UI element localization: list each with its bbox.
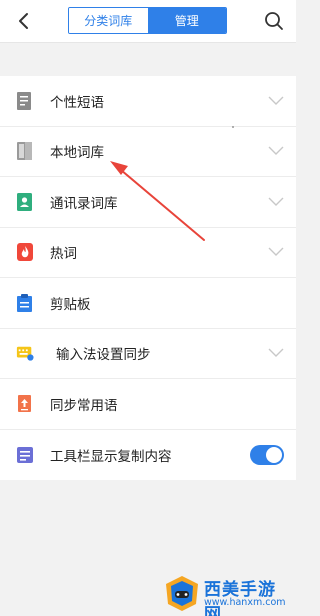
- upload-doc-icon: [18, 394, 31, 412]
- tab-manage[interactable]: 管理: [147, 8, 226, 33]
- row-label: 输入法设置同步: [56, 347, 151, 364]
- book-icon: [17, 142, 32, 161]
- chevron-down-icon[interactable]: [268, 247, 284, 257]
- row-label: 同步常用语: [50, 397, 118, 414]
- document-icon: [17, 91, 31, 110]
- row-contacts-lexicon[interactable]: 通讯录词库: [0, 177, 296, 228]
- chevron-down-icon[interactable]: [268, 146, 284, 156]
- row-label: 热词: [50, 246, 77, 263]
- watermark-logo-icon: [166, 576, 198, 611]
- section-spacer: [0, 43, 296, 76]
- chevron-down-icon[interactable]: [268, 348, 284, 358]
- watermark-url: www.hanxm.com: [204, 597, 286, 608]
- stray-dot: [232, 126, 234, 128]
- row-label: 本地词库: [50, 145, 104, 162]
- row-label: 通讯录词库: [50, 195, 118, 212]
- clipboard-icon: [17, 293, 32, 312]
- chevron-down-icon[interactable]: [268, 96, 284, 106]
- search-icon: [265, 12, 283, 30]
- row-clipboard[interactable]: 剪贴板: [0, 278, 296, 329]
- row-label: 剪贴板: [50, 296, 91, 313]
- top-bar: 分类词库 管理: [0, 0, 296, 43]
- row-label: 个性短语: [50, 94, 104, 111]
- toolbar-copy-toggle[interactable]: [250, 444, 284, 465]
- row-label: 工具栏显示复制内容: [50, 448, 172, 465]
- watermark-name: 西美手游网: [204, 580, 276, 616]
- contacts-book-icon: [17, 192, 32, 211]
- chevron-down-icon[interactable]: [268, 197, 284, 207]
- row-toolbar-show-copy[interactable]: 工具栏显示复制内容: [0, 430, 296, 481]
- tab-category-lexicon[interactable]: 分类词库: [69, 8, 148, 33]
- toggle-knob: [266, 446, 282, 463]
- back-arrow-icon: [19, 13, 28, 29]
- search-button[interactable]: [263, 10, 285, 32]
- toolbar-copy-icon: [17, 446, 33, 463]
- row-sync-common-phrases[interactable]: 同步常用语: [0, 379, 296, 430]
- row-hot-words[interactable]: 热词: [0, 228, 296, 278]
- row-ime-settings-sync[interactable]: 输入法设置同步: [0, 329, 296, 379]
- fire-icon: [17, 243, 33, 262]
- row-local-lexicon[interactable]: 本地词库: [0, 127, 296, 177]
- segmented-control: 分类词库 管理: [68, 7, 227, 34]
- row-personal-phrases[interactable]: 个性短语: [0, 76, 296, 127]
- watermark: 西美手游网 www.hanxm.com: [162, 574, 292, 616]
- back-button[interactable]: [12, 9, 36, 33]
- keyboard-sync-icon: [16, 346, 34, 361]
- settings-list: 个性短语 本地词库 通讯录词库 热词 剪贴板 输入法设置同步 同步常用语 工具栏…: [0, 76, 296, 480]
